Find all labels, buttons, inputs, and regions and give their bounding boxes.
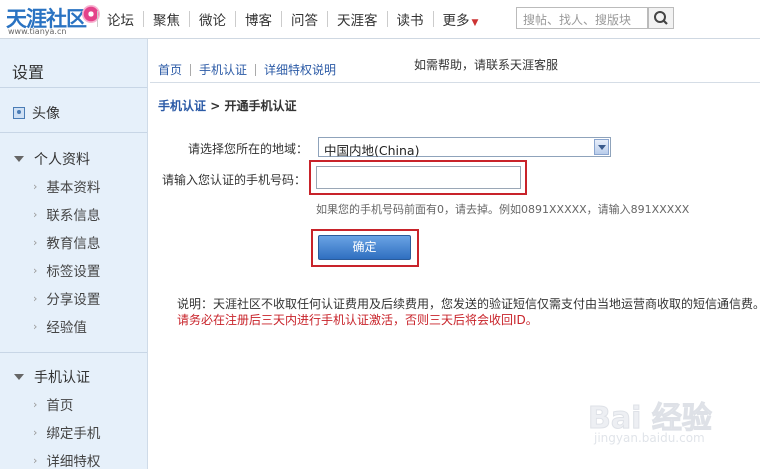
sidebar-item-tags[interactable]: › 标签设置 [33,260,101,281]
phone-label: 请输入您认证的手机号码： [162,173,307,187]
sidebar-item-bind-phone[interactable]: › 绑定手机 [33,422,101,443]
triangle-down-icon [14,156,24,162]
sidebar-item-label: 标签设置 [46,264,101,280]
nav-weilun[interactable]: 微论 [190,9,235,29]
sidebar-item-label: 详细特权 [46,454,101,470]
tianya-logo[interactable]: 天涯社区 www.tianya.cn [6,3,100,36]
tab-home[interactable]: 首页 [158,61,182,78]
nav-wenda[interactable]: 问答 [282,9,327,29]
phone-hint: 如果您的手机号码前面有0，请去掉。例如0891XXXXX，请输入891XXXXX [316,203,690,216]
sidebar-item-label: 联系信息 [46,208,101,224]
tab-phone-auth[interactable]: 手机认证 [199,61,247,78]
sidebar-divider [0,87,147,88]
sidebar-item-experience[interactable]: › 经验值 [33,316,87,337]
nav-luntan[interactable]: 论坛 [98,9,143,29]
breadcrumb: 手机认证 > 开通手机认证 [158,97,296,114]
sidebar-item-label: 教育信息 [46,236,101,252]
sidebar-title: 设置 [12,63,45,82]
nav-jujiao[interactable]: 聚焦 [144,9,189,29]
nav-more-label: 更多 [442,13,470,29]
chevron-right-icon: › [33,207,38,221]
phone-number-input[interactable] [316,166,521,189]
sidebar-item-label: 绑定手机 [46,426,101,442]
region-select[interactable]: 中国内地(China) [318,137,611,158]
nav-dushu[interactable]: 读书 [388,9,433,29]
sidebar-divider [0,132,147,133]
sidebar-group-profile[interactable]: 个人资料 [14,149,90,169]
logo-url: www.tianya.cn [8,27,67,36]
baidu-jingyan-watermark: Bai 经验 jingyan.baidu.com [588,393,728,453]
sidebar-group-label: 手机认证 [34,370,90,386]
sidebar-item-label: 基本资料 [46,180,101,196]
tab-separator [255,63,257,76]
search-input[interactable]: 搜帖、找人、搜版块 [516,7,648,29]
sidebar-item-avatar[interactable]: 头像 [13,103,60,123]
nav-tianyake[interactable]: 天涯客 [328,9,387,29]
top-bar: 天涯社区 www.tianya.cn 论坛 聚焦 微论 博客 问答 天涯客 读书… [0,0,760,39]
sidebar-item-education[interactable]: › 教育信息 [33,232,101,253]
chevron-right-icon: › [33,453,38,467]
chevron-right-icon: › [33,291,38,305]
confirm-button[interactable]: 确定 [318,235,411,260]
sidebar-item-label: 首页 [46,398,74,414]
sidebar-divider [0,352,147,353]
tab-separator [190,63,192,76]
sub-nav-tabs: 首页 手机认证 详细特权说明 [158,61,336,78]
tab-privileges[interactable]: 详细特权说明 [264,61,336,78]
sidebar-group-phone[interactable]: 手机认证 [14,367,90,387]
nav-boke[interactable]: 博客 [236,9,281,29]
dropdown-arrow-icon[interactable] [594,139,609,155]
search-icon [654,11,668,25]
activation-warning: 请务必在注册后三天内进行手机认证激活，否则三天后将会收回ID。 [177,313,538,327]
sidebar-item-label: 分享设置 [46,292,101,308]
avatar-icon [13,107,25,119]
tabs-divider [150,82,760,83]
nav-more[interactable]: 更多 ▼ [434,9,488,29]
sidebar-item-label: 头像 [32,106,60,122]
sidebar-item-label: 经验值 [46,320,87,336]
chevron-right-icon: › [33,425,38,439]
sidebar-item-contact[interactable]: › 联系信息 [33,204,101,225]
sidebar-item-share[interactable]: › 分享设置 [33,288,101,309]
region-label: 请选择您所在的地域： [188,142,309,156]
chevron-right-icon: › [33,235,38,249]
watermark-url: jingyan.baidu.com [594,431,705,445]
sidebar-item-privileges[interactable]: › 详细特权 [33,450,100,470]
settings-sidebar: 设置 头像 个人资料 › 基本资料 › 联系信息 › 教育信息 › 标签设置 › 分享设置… [0,39,148,470]
chevron-right-icon: › [33,397,38,411]
search-button[interactable] [648,7,674,29]
chevron-right-icon: › [33,319,38,333]
chevron-right-icon: › [33,263,38,277]
chevron-right-icon: › [33,179,38,193]
breadcrumb-separator: > [206,99,225,113]
sidebar-group-label: 个人资料 [34,152,90,168]
chevron-down-icon: ▼ [471,18,479,28]
breadcrumb-current: 开通手机认证 [224,99,297,113]
help-text[interactable]: 如需帮助，请联系天涯客服 [414,56,558,73]
breadcrumb-link[interactable]: 手机认证 [158,99,206,113]
region-select-value: 中国内地(China) [324,143,420,158]
fee-note: 说明：天涯社区不收取任何认证费用及后续费用，您发送的验证短信仅需支付由当地运营商… [177,297,760,311]
sidebar-item-phone-home[interactable]: › 首页 [33,394,74,415]
triangle-down-icon [14,374,24,380]
sidebar-item-basic[interactable]: › 基本资料 [33,176,101,197]
main-nav: 论坛 聚焦 微论 博客 问答 天涯客 读书 更多 ▼ [97,8,487,30]
